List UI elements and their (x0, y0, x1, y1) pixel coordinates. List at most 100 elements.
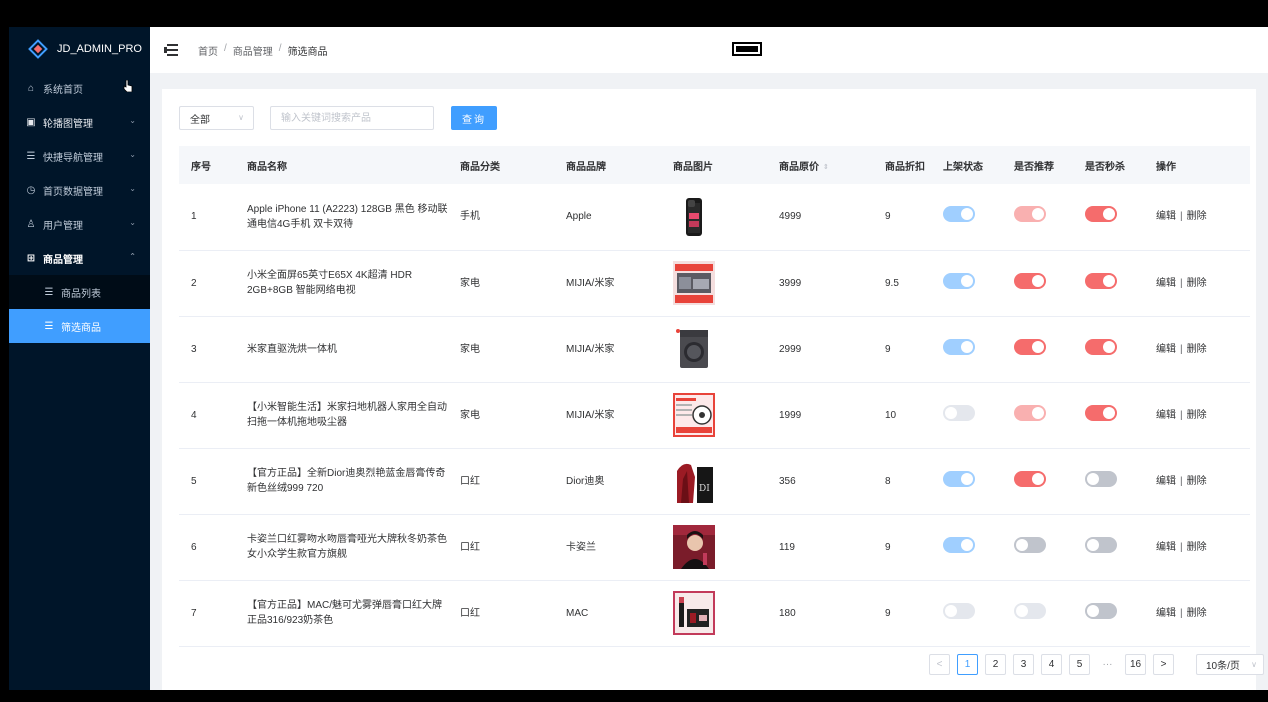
recommend-switch[interactable] (1014, 536, 1046, 553)
cell-recommend (1002, 316, 1073, 383)
edit-link[interactable]: 编辑 (1156, 211, 1176, 222)
delete-link[interactable]: 删除 (1187, 542, 1207, 553)
edit-link[interactable]: 编辑 (1156, 608, 1176, 619)
prev-page-button[interactable]: < (929, 654, 950, 675)
column-header: 商品分类 (448, 146, 554, 184)
cell-category: 家电 (448, 316, 554, 383)
collapse-menu-icon[interactable] (164, 44, 178, 56)
seckill-switch[interactable] (1085, 602, 1117, 619)
product-thumbnail[interactable] (673, 195, 715, 239)
edit-link[interactable]: 编辑 (1156, 542, 1176, 553)
page-button-4[interactable]: 4 (1041, 654, 1062, 675)
sidebar-item-5[interactable]: ⊞ 商品管理 ⌃ (9, 241, 150, 275)
breadcrumb: 首页 / 商品管理 / 筛选商品 (198, 43, 328, 58)
seckill-switch[interactable] (1085, 206, 1117, 223)
column-header: 是否推荐 (1002, 146, 1073, 184)
product-thumbnail[interactable] (673, 261, 715, 305)
cell-seckill (1073, 184, 1144, 251)
column-header-label: 上架状态 (943, 161, 983, 173)
op-separator: | (1180, 541, 1183, 553)
cell-name: Apple iPhone 11 (A2223) 128GB 黑色 移动联通电信4… (235, 184, 448, 251)
seckill-switch[interactable] (1085, 404, 1117, 421)
cell-brand: MIJIA/米家 (554, 382, 661, 449)
edit-link[interactable]: 编辑 (1156, 476, 1176, 487)
page-button-3[interactable]: 3 (1013, 654, 1034, 675)
page-button-5[interactable]: 5 (1069, 654, 1090, 675)
page-button-last[interactable]: 16 (1125, 654, 1146, 675)
recommend-switch[interactable] (1014, 404, 1046, 421)
onsale-switch[interactable] (943, 602, 975, 619)
delete-link[interactable]: 删除 (1187, 211, 1207, 222)
cell-price: 2999 (767, 316, 873, 383)
cell-image (661, 514, 767, 581)
product-thumbnail[interactable] (673, 525, 715, 569)
sidebar-item-1[interactable]: ▣ 轮播图管理 ⌄ (9, 105, 150, 139)
filter-bar: 全部 ∨ 查询 (179, 106, 497, 130)
cell-category: 口红 (448, 580, 554, 647)
screen-bottom-bar (0, 690, 1268, 702)
column-header-label: 商品名称 (247, 161, 287, 173)
sidebar-item-3[interactable]: ◷ 首页数据管理 ⌄ (9, 173, 150, 207)
category-select[interactable]: 全部 ∨ (179, 106, 254, 130)
op-separator: | (1180, 343, 1183, 355)
recommend-switch[interactable] (1014, 602, 1046, 619)
cell-name: 小米全面屏65英寸E65X 4K超清 HDR 2GB+8GB 智能网络电视 (235, 250, 448, 317)
onsale-switch[interactable] (943, 470, 975, 487)
cell-brand: Dior迪奥 (554, 448, 661, 515)
recommend-switch[interactable] (1014, 470, 1046, 487)
breadcrumb-home[interactable]: 首页 (198, 43, 218, 58)
onsale-switch[interactable] (943, 272, 975, 289)
delete-link[interactable]: 删除 (1187, 410, 1207, 421)
op-separator: | (1180, 277, 1183, 289)
column-header-label: 是否推荐 (1014, 161, 1054, 173)
logo[interactable]: JD_ADMIN_PRO (9, 27, 150, 71)
product-thumbnail[interactable] (673, 393, 715, 437)
recommend-switch[interactable] (1014, 338, 1046, 355)
sidebar-item-2[interactable]: ☰ 快捷导航管理 ⌄ (9, 139, 150, 173)
cell-operations: 编辑 | 删除 (1144, 580, 1250, 647)
edit-link[interactable]: 编辑 (1156, 278, 1176, 289)
delete-link[interactable]: 删除 (1187, 344, 1207, 355)
next-page-button[interactable]: > (1153, 654, 1174, 675)
cell-price: 1999 (767, 382, 873, 449)
submenu-item-1[interactable]: ☰ 筛选商品 (9, 309, 150, 343)
cell-image (661, 382, 767, 449)
sidebar-item-4[interactable]: ♙ 用户管理 ⌄ (9, 207, 150, 241)
more-pages-icon[interactable]: ··· (1097, 654, 1118, 675)
column-header-label: 商品分类 (460, 161, 500, 173)
column-header[interactable]: 商品原价 ⇕ (767, 146, 873, 184)
seckill-switch[interactable] (1085, 470, 1117, 487)
column-header-label: 商品折扣 (885, 161, 925, 173)
submenu-item-0[interactable]: ☰ 商品列表 (9, 275, 150, 309)
search-button[interactable]: 查询 (451, 106, 497, 130)
recommend-switch[interactable] (1014, 272, 1046, 289)
recommend-switch[interactable] (1014, 206, 1046, 223)
cell-id: 1 (179, 184, 235, 251)
page-size-select[interactable]: 10条/页 ∨ (1196, 654, 1264, 675)
cell-id: 4 (179, 382, 235, 449)
seckill-switch[interactable] (1085, 272, 1117, 289)
seckill-switch[interactable] (1085, 536, 1117, 553)
search-input[interactable] (270, 106, 434, 130)
onsale-switch[interactable] (943, 536, 975, 553)
submenu-item-label: 筛选商品 (61, 322, 101, 334)
delete-link[interactable]: 删除 (1187, 476, 1207, 487)
onsale-switch[interactable] (943, 206, 975, 223)
product-thumbnail[interactable]: DI (673, 459, 715, 503)
onsale-switch[interactable] (943, 404, 975, 421)
page-button-1[interactable]: 1 (957, 654, 978, 675)
delete-link[interactable]: 删除 (1187, 608, 1207, 619)
sidebar-item-label: 首页数据管理 (43, 186, 103, 198)
page-button-2[interactable]: 2 (985, 654, 1006, 675)
product-thumbnail[interactable] (673, 327, 715, 371)
breadcrumb-parent[interactable]: 商品管理 (233, 43, 273, 58)
seckill-switch[interactable] (1085, 338, 1117, 355)
category-select-value: 全部 (190, 114, 210, 126)
product-thumbnail[interactable] (673, 591, 715, 635)
cell-price: 180 (767, 580, 873, 647)
edit-link[interactable]: 编辑 (1156, 344, 1176, 355)
delete-link[interactable]: 删除 (1187, 278, 1207, 289)
sort-icon[interactable]: ⇕ (823, 163, 829, 171)
onsale-switch[interactable] (943, 338, 975, 355)
edit-link[interactable]: 编辑 (1156, 410, 1176, 421)
